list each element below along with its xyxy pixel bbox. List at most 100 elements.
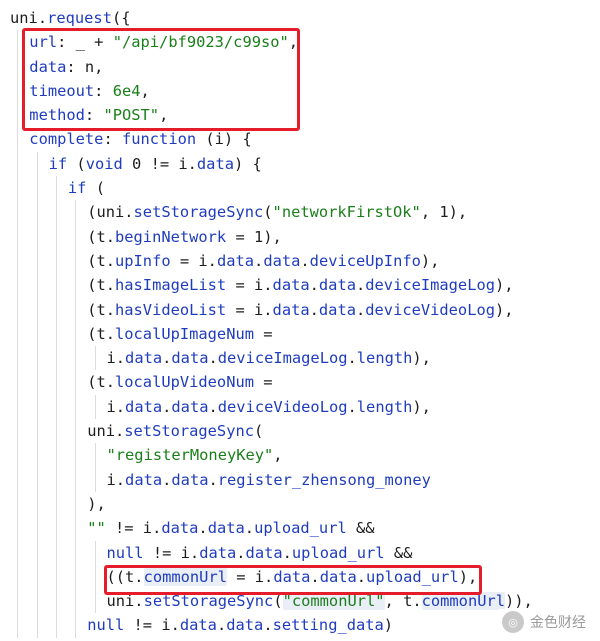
code-line: if (void 0 != i.data) { bbox=[10, 151, 600, 177]
code-line-content: i.data.data.deviceImageLog.length), bbox=[107, 346, 431, 370]
code-line-content: "" != i.data.data.upload_url && bbox=[87, 516, 374, 540]
code-token: != i. bbox=[143, 543, 200, 562]
code-token: data bbox=[171, 349, 209, 368]
indent-guide bbox=[55, 248, 57, 274]
indent-guide bbox=[17, 540, 19, 565]
code-token: : bbox=[84, 106, 104, 125]
code-line-content: url: _ + "/api/bf9023/c99so", bbox=[29, 30, 298, 54]
code-token: "registerMoneyKey" bbox=[106, 446, 274, 465]
indent-guide bbox=[55, 613, 57, 638]
code-line-content: (t.beginNetwork = 1), bbox=[87, 225, 282, 249]
code-token: "POST" bbox=[103, 106, 160, 125]
indent-guide bbox=[94, 467, 96, 492]
code-token: . bbox=[309, 276, 319, 295]
indent-guide bbox=[75, 540, 77, 565]
code-token: ), bbox=[87, 494, 106, 513]
indent-guide bbox=[36, 224, 38, 249]
code-token: . bbox=[162, 397, 172, 416]
code-token: : bbox=[94, 81, 113, 100]
code-line-content: uni.setStorageSync( bbox=[87, 419, 263, 443]
indent-guide bbox=[94, 346, 96, 371]
code-token: . bbox=[216, 616, 227, 635]
indent-guide bbox=[17, 30, 19, 55]
code-token: setStorageSync bbox=[143, 592, 274, 611]
code-token: data bbox=[263, 251, 301, 270]
indent-guide bbox=[55, 443, 57, 468]
indent-guide bbox=[17, 176, 19, 201]
indent-guide bbox=[36, 540, 38, 565]
indent-guide bbox=[55, 394, 57, 420]
indent-guide bbox=[75, 613, 77, 638]
code-token: data bbox=[161, 519, 199, 538]
code-token: (i) { bbox=[196, 130, 252, 149]
code-token: . bbox=[347, 397, 357, 416]
code-token: i. bbox=[106, 470, 126, 489]
code-token: != i. bbox=[124, 616, 180, 635]
indent-guide bbox=[36, 394, 38, 420]
code-token: uni. bbox=[106, 592, 144, 611]
code-line: (t.localUpVideoNum = bbox=[10, 370, 600, 395]
code-token: ) { bbox=[233, 154, 262, 173]
code-token: . bbox=[37, 9, 48, 27]
code-line: (t.upInfo = i.data.data.deviceUpInfo), bbox=[10, 248, 600, 274]
code-line: method: "POST", bbox=[10, 103, 600, 128]
code-token: register_zhensong_money bbox=[217, 470, 431, 489]
code-token: if bbox=[48, 154, 68, 173]
indent-guide bbox=[36, 176, 38, 201]
indent-guide bbox=[75, 273, 77, 298]
code-line-content: (t.hasVideoList = i.data.data.deviceVide… bbox=[87, 298, 513, 322]
code-token: data bbox=[318, 300, 356, 319]
code-token: , bbox=[140, 81, 150, 100]
code-view: uni.request({url: _ + "/api/bf9023/c99so… bbox=[10, 6, 600, 638]
indent-guide bbox=[17, 443, 19, 468]
code-screenshot: uni.request({url: _ + "/api/bf9023/c99so… bbox=[0, 0, 600, 641]
code-token: length bbox=[356, 349, 413, 368]
indent-guide bbox=[17, 394, 19, 420]
code-token: commonUrl bbox=[421, 592, 506, 611]
code-token: , t. bbox=[384, 592, 422, 611]
indent-guide bbox=[75, 491, 77, 517]
indent-guide bbox=[75, 589, 77, 614]
indent-guide bbox=[17, 491, 19, 517]
code-line-content: ), bbox=[87, 492, 106, 516]
indent-guide bbox=[75, 248, 77, 274]
code-line-content: uni.setStorageSync("commonUrl", t.common… bbox=[107, 589, 533, 613]
code-token: deviceVideoLog bbox=[217, 397, 348, 416]
code-line-content: (uni.setStorageSync("networkFirstOk", 1)… bbox=[87, 200, 467, 224]
code-line: uni.setStorageSync( bbox=[10, 419, 600, 444]
code-line: complete: function (i) { bbox=[10, 127, 600, 152]
code-token: && bbox=[384, 543, 413, 562]
indent-guide bbox=[36, 200, 38, 225]
code-token: "commonUrl" bbox=[282, 592, 385, 611]
indent-guide bbox=[75, 394, 77, 420]
code-token: = bbox=[254, 373, 273, 392]
indent-guide bbox=[17, 248, 19, 274]
code-token: ) bbox=[383, 616, 394, 635]
code-token: upload_url bbox=[366, 567, 459, 586]
code-line: (t.beginNetwork = 1), bbox=[10, 224, 600, 249]
indent-guide bbox=[55, 419, 57, 444]
code-line: i.data.data.register_zhensong_money bbox=[10, 467, 600, 492]
code-line: if ( bbox=[10, 176, 600, 201]
code-token: . bbox=[300, 251, 310, 270]
indent-guide bbox=[36, 346, 38, 371]
code-token: upload_url bbox=[254, 519, 347, 538]
indent-guide bbox=[94, 589, 96, 614]
indent-guide bbox=[55, 321, 57, 347]
code-token: data bbox=[171, 397, 209, 416]
code-line-content: (t.upInfo = i.data.data.deviceUpInfo), bbox=[87, 249, 439, 273]
code-line: uni.request({ bbox=[10, 6, 600, 30]
code-token: . bbox=[355, 300, 366, 319]
code-token: data bbox=[125, 349, 163, 368]
code-line-content: if (void 0 != i.data) { bbox=[49, 152, 262, 176]
indent-guide bbox=[36, 321, 38, 347]
indent-guide bbox=[75, 419, 77, 444]
code-line-content: ((t.commonUrl = i.data.data.upload_url), bbox=[107, 565, 477, 589]
code-token: upload_url bbox=[291, 543, 385, 562]
code-token: deviceVideoLog bbox=[365, 300, 495, 319]
code-token: (t. bbox=[87, 373, 115, 392]
code-token: . bbox=[236, 543, 246, 562]
indent-guide bbox=[55, 589, 57, 614]
code-token: . bbox=[347, 349, 357, 368]
indent-guide bbox=[75, 224, 77, 249]
